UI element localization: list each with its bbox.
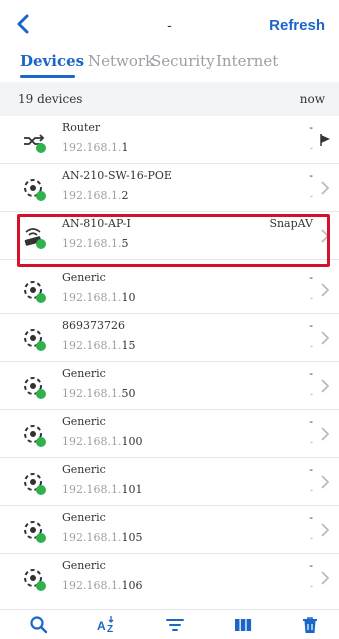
device-vendor: - <box>309 121 313 134</box>
chevron-right-icon[interactable] <box>319 522 331 538</box>
device-vendor: - <box>309 319 313 332</box>
chevron-right-icon[interactable] <box>319 378 331 394</box>
generic-device-icon <box>24 521 46 543</box>
device-ip: 192.168.1.15 <box>62 339 136 352</box>
device-vendor: - <box>309 463 313 476</box>
svg-text:A: A <box>97 619 106 633</box>
last-updated: now <box>299 92 325 106</box>
svg-text:Z: Z <box>107 624 113 635</box>
device-vendor: - <box>309 415 313 428</box>
device-ip: 192.168.1.50 <box>62 387 136 400</box>
trash-icon[interactable] <box>299 615 321 635</box>
device-vendor-detail: - <box>310 485 313 495</box>
device-name: Generic <box>62 367 106 380</box>
device-vendor-detail: - <box>310 533 313 543</box>
device-vendor-detail: - <box>310 341 313 351</box>
chevron-right-icon[interactable] <box>319 570 331 586</box>
device-ip: 192.168.1.1 <box>62 141 129 154</box>
device-name: AN-210-SW-16-POE <box>62 169 172 182</box>
device-name: 869373726 <box>62 319 125 332</box>
generic-device-icon <box>24 179 46 201</box>
device-vendor-detail: - <box>310 581 313 591</box>
device-row[interactable]: 869373726 192.168.1.15 - - <box>0 314 339 362</box>
device-row[interactable]: Generic 192.168.1.10 - - <box>0 266 339 314</box>
device-row[interactable]: Generic 192.168.1.105 - - <box>0 506 339 554</box>
device-name: Generic <box>62 511 106 524</box>
device-vendor: - <box>309 367 313 380</box>
chevron-right-icon[interactable] <box>319 330 331 346</box>
device-vendor: - <box>309 271 313 284</box>
device-vendor: - <box>309 559 313 572</box>
device-vendor-detail: - <box>310 293 313 303</box>
refresh-button[interactable]: Refresh <box>269 17 325 34</box>
generic-device-icon <box>24 281 46 303</box>
device-ip: 192.168.1.2 <box>62 189 129 202</box>
generic-device-icon <box>24 425 46 447</box>
tab-security[interactable]: Security <box>151 52 215 70</box>
router-icon <box>24 134 46 153</box>
selection-highlight <box>17 214 330 267</box>
device-ip: 192.168.1.101 <box>62 483 143 496</box>
device-count: 19 devices <box>18 92 83 106</box>
generic-device-icon <box>24 329 46 351</box>
device-name: Generic <box>62 463 106 476</box>
tab-internet[interactable]: Internet <box>216 52 278 70</box>
chevron-right-icon[interactable] <box>319 426 331 442</box>
top-bar: - Refresh <box>0 0 339 44</box>
search-icon[interactable] <box>28 615 50 635</box>
device-name: Generic <box>62 415 106 428</box>
generic-device-icon <box>24 569 46 591</box>
active-tab-indicator <box>20 75 75 78</box>
chevron-right-icon[interactable] <box>319 180 331 196</box>
device-vendor: - <box>309 511 313 524</box>
device-row[interactable]: Generic 192.168.1.50 - - <box>0 362 339 410</box>
device-ip: 192.168.1.106 <box>62 579 143 592</box>
tab-network[interactable]: Network <box>88 52 154 70</box>
device-ip: 192.168.1.10 <box>62 291 136 304</box>
chevron-right-icon[interactable] <box>319 282 331 298</box>
columns-icon[interactable] <box>232 615 254 635</box>
tab-devices[interactable]: Devices <box>20 52 84 70</box>
device-name: Generic <box>62 559 106 572</box>
device-vendor-detail: - <box>310 191 313 201</box>
chevron-right-icon[interactable] <box>319 474 331 490</box>
device-row[interactable]: Generic 192.168.1.106 - - <box>0 554 339 602</box>
device-name: Generic <box>62 271 106 284</box>
sort-az-icon[interactable]: A Z <box>96 615 118 635</box>
device-name: Router <box>62 121 101 134</box>
flag-icon[interactable] <box>319 132 331 148</box>
device-row[interactable]: Generic 192.168.1.101 - - <box>0 458 339 506</box>
device-vendor-detail: - <box>310 389 313 399</box>
bottom-toolbar: A Z <box>0 609 339 639</box>
device-ip: 192.168.1.100 <box>62 435 143 448</box>
device-ip: 192.168.1.105 <box>62 531 143 544</box>
filter-icon[interactable] <box>164 615 186 635</box>
device-vendor-detail: - <box>310 143 313 153</box>
device-row[interactable]: Generic 192.168.1.100 - - <box>0 410 339 458</box>
device-summary-bar: 19 devices now <box>0 82 339 116</box>
device-row[interactable]: Router 192.168.1.1 - - <box>0 116 339 164</box>
generic-device-icon <box>24 473 46 495</box>
generic-device-icon <box>24 377 46 399</box>
device-vendor: - <box>309 169 313 182</box>
device-vendor-detail: - <box>310 437 313 447</box>
device-row[interactable]: AN-210-SW-16-POE 192.168.1.2 - - <box>0 164 339 212</box>
